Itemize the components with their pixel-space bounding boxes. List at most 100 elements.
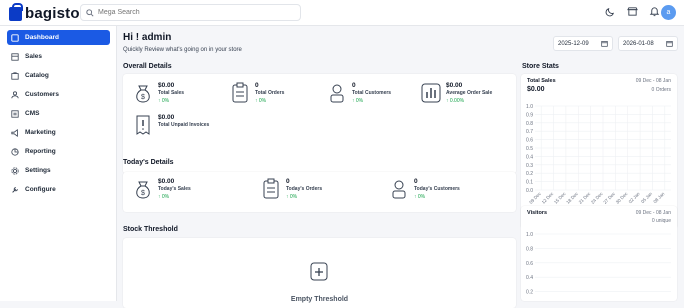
sidebar-item-sales[interactable]: Sales	[7, 49, 110, 64]
sidebar-item-cms[interactable]: CMS	[7, 106, 110, 121]
catalog-icon	[11, 71, 19, 80]
stat-change: ↑ 0%	[286, 194, 298, 200]
top-header: bagisto a	[0, 0, 684, 26]
sidebar-item-configure[interactable]: Configure	[7, 182, 110, 197]
sidebar-item-marketing[interactable]: Marketing	[7, 125, 110, 140]
sidebar-item-reporting[interactable]: Reporting	[7, 144, 110, 159]
x-tick-label: 12 Dec	[541, 191, 555, 205]
brand-logo[interactable]: bagisto	[9, 2, 80, 22]
stat-value: 0	[352, 82, 356, 89]
x-tick-label: 02 Jan	[628, 191, 641, 204]
store-stats-title: Store Stats	[522, 63, 559, 70]
bar-chart-icon	[421, 83, 441, 103]
mega-search[interactable]	[80, 4, 301, 21]
sidebar-item-dashboard[interactable]: Dashboard	[7, 30, 110, 45]
sidebar-item-label: Configure	[25, 186, 56, 193]
stat-change: ↑ 0%	[158, 98, 170, 104]
chart-title: Total Sales	[527, 78, 556, 84]
y-tick-label: 0.8	[526, 246, 533, 252]
stat-label: Total Customers	[352, 90, 392, 96]
stat-total-orders: 0 Total Orders ↑ 0%	[230, 82, 284, 105]
stat-total-customers: 0 Total Customers ↑ 0%	[327, 82, 391, 105]
stat-value: $0.00	[158, 114, 175, 121]
money-bag-icon: $	[136, 85, 150, 103]
sidebar-item-label: CMS	[25, 110, 40, 117]
stat-value: 0	[286, 178, 290, 185]
sidebar-item-label: Reporting	[25, 148, 56, 155]
x-tick-label: 30 Dec	[615, 191, 629, 205]
x-tick-label: 08 Jan	[652, 191, 665, 204]
overall-details-title: Overall Details	[123, 63, 172, 70]
x-tick-label: 18 Dec	[565, 191, 579, 205]
y-tick-label: 0.1	[526, 180, 533, 186]
sidebar-item-catalog[interactable]: Catalog	[7, 68, 110, 83]
stat-change: ↑ 0.00%	[446, 98, 465, 104]
y-tick-label: 0.4	[526, 154, 533, 160]
sidebar-item-label: Customers	[25, 91, 59, 98]
y-tick-label: 0.5	[526, 146, 533, 152]
date-from-picker[interactable]: 2025-12-09	[553, 36, 613, 51]
y-tick-label: 0.0	[526, 188, 533, 194]
y-tick-label: 1.0	[526, 104, 533, 110]
stat-change: ↑ 0%	[255, 98, 267, 104]
sidebar-item-settings[interactable]: Settings	[7, 163, 110, 178]
y-tick-label: 0.6	[526, 138, 533, 144]
sidebar-item-label: Sales	[25, 53, 42, 60]
stat-todays-customers: 0 Today's Customers ↑ 0%	[389, 178, 460, 201]
bag-icon	[9, 2, 23, 21]
chart-range: 09 Dec - 08 Jan	[635, 78, 671, 84]
y-tick-label: 0.7	[526, 129, 533, 135]
sidebar-item-customers[interactable]: Customers	[7, 87, 110, 102]
y-tick-label: 0.6	[526, 261, 533, 267]
stat-label: Today's Customers	[414, 186, 460, 192]
sidebar-item-label: Marketing	[25, 129, 56, 136]
y-tick-label: 0.2	[526, 290, 533, 296]
chart-title: Visitors	[527, 210, 548, 216]
marketing-icon	[11, 128, 18, 137]
stat-label: Total Orders	[255, 90, 285, 96]
customers-icon	[11, 90, 19, 98]
stat-total-unpaid-invoices: $0.00 Total Unpaid Invoices	[133, 114, 209, 136]
sidebar-item-label: Dashboard	[25, 34, 59, 41]
stat-todays-orders: 0 Today's Orders ↑ 0%	[261, 178, 322, 201]
search-input[interactable]	[98, 9, 288, 16]
avatar[interactable]: a	[661, 5, 676, 20]
date-to-picker[interactable]: 2026-01-08	[618, 36, 678, 51]
stat-todays-sales: $ $0.00 Today's Sales ↑ 0%	[133, 178, 191, 201]
sidebar-item-label: Catalog	[25, 72, 49, 79]
brand-name: bagisto	[25, 5, 80, 22]
money-bag-icon: $	[136, 181, 150, 199]
chart-range: 09 Dec - 08 Jan	[635, 210, 671, 216]
y-tick-label: 0.3	[526, 163, 533, 169]
date-to-value: 2026-01-08	[623, 40, 654, 47]
stat-value: $0.00	[158, 82, 175, 89]
bell-icon[interactable]	[649, 6, 660, 17]
stock-threshold-card: Empty Threshold	[123, 238, 516, 308]
orders-count: 0 Orders	[651, 87, 671, 93]
y-tick-label: 1.0	[526, 232, 533, 238]
reporting-icon	[11, 147, 19, 156]
stat-change: ↑ 0%	[158, 194, 170, 200]
empty-threshold-text: Empty Threshold	[290, 296, 349, 303]
dashboard-icon	[11, 33, 19, 42]
stat-label: Total Unpaid Invoices	[158, 122, 210, 128]
cms-icon	[11, 109, 19, 118]
sidebar: Dashboard Sales Catalog Customers CMS Ma…	[0, 26, 117, 301]
stat-value: 0	[255, 82, 259, 89]
dark-mode-icon[interactable]	[605, 6, 616, 17]
x-tick-label: 27 Dec	[602, 191, 616, 205]
stat-total-sales: $ $0.00 Total Sales ↑ 0%	[133, 82, 184, 105]
svg-text:$: $	[141, 190, 145, 197]
main-content: Hi ! admin Quickly Review what's going o…	[117, 26, 684, 308]
x-tick-label: 15 Dec	[553, 191, 567, 205]
store-icon[interactable]	[627, 6, 638, 17]
page-title: Hi ! admin	[123, 32, 172, 43]
stat-average-order-sale: $0.00 Average Order Sale ↑ 0.00%	[421, 82, 492, 105]
stat-change: ↑ 0%	[352, 98, 364, 104]
x-tick-label: 24 Dec	[590, 191, 604, 205]
stock-threshold-title: Stock Threshold	[123, 226, 178, 233]
clipboard-icon	[232, 82, 248, 103]
sidebar-item-label: Settings	[25, 167, 51, 174]
y-tick-label: 0.9	[526, 112, 533, 118]
wrench-icon	[12, 186, 18, 193]
